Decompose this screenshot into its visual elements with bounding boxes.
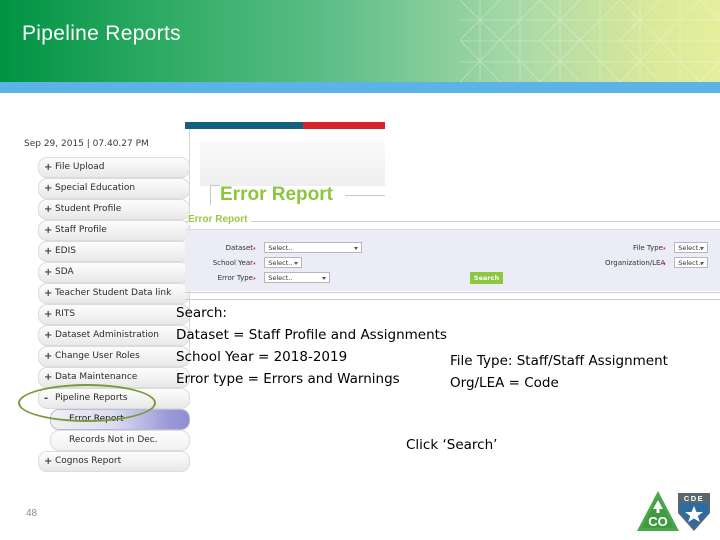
annotation-file-type: File Type: Staff/Staff Assignment: [450, 353, 668, 369]
sidebar-item-label: Dataset Administration: [55, 330, 159, 340]
sidebar-item-change-user-roles[interactable]: + Change User Roles: [38, 346, 190, 367]
sidebar-item-staff-profile[interactable]: + Staff Profile: [38, 220, 190, 241]
page-title: Pipeline Reports: [22, 22, 181, 45]
content-header-placeholder: [200, 141, 385, 186]
required-marker: *: [253, 277, 256, 284]
panel-divider-2: [185, 299, 720, 300]
sidebar-item-student-profile[interactable]: + Student Profile: [38, 199, 190, 220]
report-heading: Error Report: [220, 184, 333, 205]
sidebar-item-label: RITS: [55, 309, 76, 319]
chevron-down-icon[interactable]: [294, 262, 299, 266]
sidebar-item-teacher-student-data-link[interactable]: + Teacher Student Data link: [38, 283, 190, 304]
form-field-organization-lea: Organization/LEA* Select..: [605, 254, 709, 272]
file-type-select-value: Select..: [678, 244, 703, 253]
required-marker: *: [253, 262, 256, 269]
sidebar-item-label: Special Education: [55, 183, 136, 193]
file-type-select[interactable]: Select..: [674, 242, 709, 254]
sidebar-item-dataset-administration[interactable]: + Dataset Administration: [38, 325, 190, 346]
annotation-org-lea: Org/LEA = Code: [450, 375, 559, 391]
sidebar-item-file-upload[interactable]: + File Upload: [38, 157, 190, 178]
annotation-school-year: School Year = 2018-2019: [176, 349, 348, 365]
dataset-select[interactable]: Select..: [264, 242, 363, 254]
session-timestamp: Sep 29, 2015 | 07.40.27 PM: [24, 139, 149, 149]
expand-icon[interactable]: +: [44, 347, 52, 366]
organization-lea-label: Organization/LEA: [605, 258, 666, 267]
school-year-select-value: Select..: [268, 259, 293, 268]
sidebar-item-label: Student Profile: [55, 204, 122, 214]
sidebar-item-label: File Upload: [55, 162, 105, 172]
expand-icon[interactable]: +: [44, 263, 52, 282]
expand-icon[interactable]: +: [44, 158, 52, 177]
chevron-down-icon[interactable]: [700, 247, 705, 251]
fieldset-rule: [185, 221, 720, 222]
sidebar-item-label: SDA: [55, 267, 74, 277]
search-button[interactable]: Search: [470, 272, 503, 284]
sidebar-item-label: Change User Roles: [55, 351, 140, 361]
footer-logos: CO CDE: [636, 489, 714, 534]
svg-text:CO: CO: [648, 514, 668, 529]
chevron-down-icon[interactable]: [700, 262, 705, 266]
sidebar-nav-panel: Sep 29, 2015 | 07.40.27 PM + File Upload…: [20, 129, 190, 472]
organization-lea-select[interactable]: Select..: [674, 257, 709, 269]
error-type-select[interactable]: Select..: [264, 272, 331, 284]
sidebar-nav-list: + File Upload + Special Education + Stud…: [38, 157, 190, 472]
sidebar-item-edis[interactable]: + EDIS: [38, 241, 190, 262]
organization-lea-select-value: Select..: [678, 259, 703, 268]
expand-icon[interactable]: +: [44, 242, 52, 261]
sidebar-item-special-education[interactable]: + Special Education: [38, 178, 190, 199]
dataset-label: Dataset: [225, 243, 253, 252]
sidebar-item-label: Cognos Report: [55, 456, 122, 466]
required-marker: *: [663, 262, 666, 269]
app-topbar-red: [303, 122, 385, 129]
chevron-down-icon[interactable]: [322, 277, 327, 281]
expand-icon[interactable]: +: [44, 200, 52, 219]
annotation-error-type: Error type = Errors and Warnings: [176, 371, 400, 387]
school-year-label: School Year: [212, 258, 253, 267]
expand-icon[interactable]: +: [44, 368, 52, 387]
heading-bracket-decoration: [210, 185, 220, 205]
sidebar-item-label: Teacher Student Data link: [55, 288, 172, 298]
sidebar-subitem-label: Records Not in Dec.: [69, 435, 158, 445]
header-blue-divider: [0, 82, 720, 93]
chevron-down-icon[interactable]: [354, 247, 359, 251]
expand-icon[interactable]: +: [44, 305, 52, 324]
sidebar-item-sda[interactable]: + SDA: [38, 262, 190, 283]
slide-header: Pipeline Reports: [0, 0, 720, 82]
panel-divider-1: [185, 292, 720, 293]
error-type-select-value: Select..: [268, 274, 293, 283]
required-marker: *: [663, 247, 666, 254]
embedded-screenshot: Sep 29, 2015 | 07.40.27 PM + File Upload…: [20, 122, 720, 472]
expand-icon[interactable]: +: [44, 284, 52, 303]
required-marker: *: [253, 247, 256, 254]
annotation-search-label: Search:: [176, 305, 227, 321]
form-field-error-type: Error Type* Select..: [205, 269, 331, 287]
error-type-label: Error Type: [217, 273, 253, 282]
sidebar-item-label: Staff Profile: [55, 225, 107, 235]
fieldset-legend: Error Report: [188, 214, 252, 225]
sidebar-item-cognos-report[interactable]: + Cognos Report: [38, 451, 190, 472]
heading-rule-decoration: [345, 195, 385, 196]
sidebar-item-rits[interactable]: + RITS: [38, 304, 190, 325]
fieldset-legend-row: Error Report: [185, 214, 720, 228]
file-type-label: File Type: [632, 243, 663, 252]
search-form-panel: Dataset* Select.. School Year* Select.. …: [185, 229, 720, 291]
ellipse-callout-error-report: [18, 384, 156, 422]
sidebar-item-label: EDIS: [55, 246, 76, 256]
expand-icon[interactable]: +: [44, 326, 52, 345]
sidebar-item-records-not-in-dec[interactable]: Records Not in Dec.: [50, 430, 190, 451]
expand-icon[interactable]: +: [44, 221, 52, 240]
expand-icon[interactable]: +: [44, 179, 52, 198]
svg-text:CDE: CDE: [684, 494, 704, 503]
school-year-select[interactable]: Select..: [264, 257, 303, 269]
dataset-select-value: Select..: [268, 244, 293, 253]
app-content-panel: Error Report Error Report Dataset* Selec…: [185, 129, 720, 307]
sidebar-item-label: Data Maintenance: [55, 372, 138, 382]
expand-icon[interactable]: +: [44, 452, 52, 471]
header-pattern-decoration: [460, 0, 720, 82]
annotation-dataset: Dataset = Staff Profile and Assignments: [176, 327, 447, 343]
colorado-cde-logo: CO CDE: [637, 491, 710, 531]
page-number: 48: [26, 508, 38, 519]
annotation-click-search: Click ‘Search’: [406, 437, 498, 453]
